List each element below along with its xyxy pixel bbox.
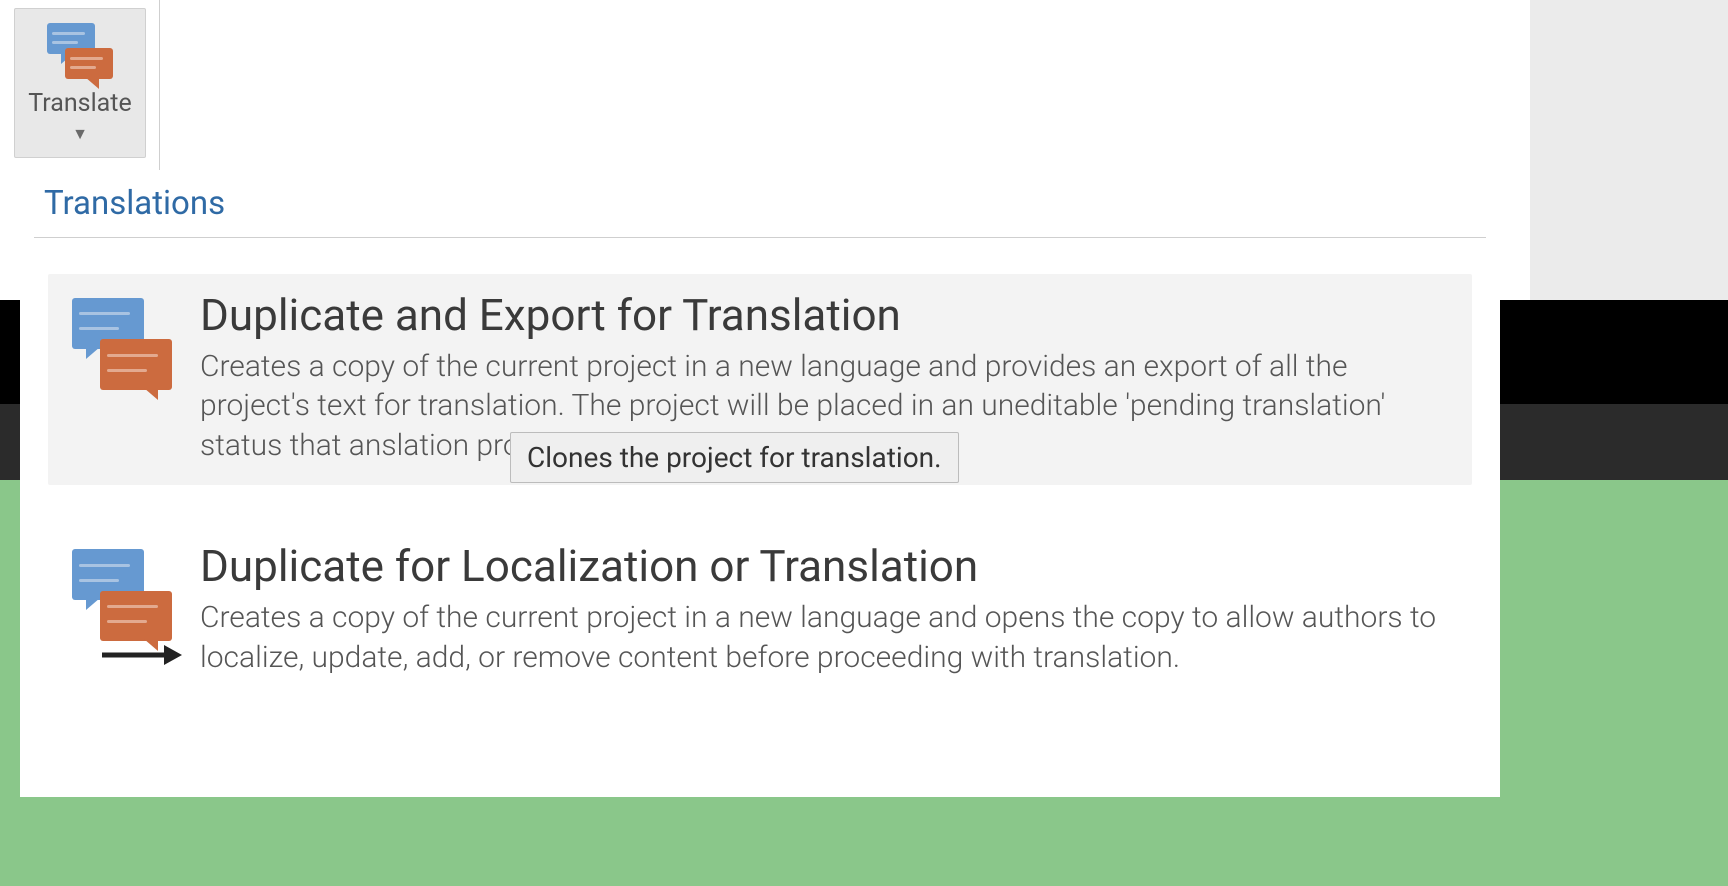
dropdown-section-header: Translations	[34, 184, 1486, 238]
arrow-right-icon	[102, 645, 182, 665]
translate-icon	[47, 23, 113, 79]
translate-button[interactable]: Translate ▼	[14, 8, 146, 158]
menu-item-text: Duplicate for Localization or Translatio…	[200, 541, 1448, 677]
chevron-down-icon: ▼	[72, 124, 88, 144]
menu-item-description: Creates a copy of the current project in…	[200, 598, 1448, 677]
translate-localize-icon	[72, 549, 182, 649]
menu-item-title: Duplicate and Export for Translation	[200, 290, 1448, 341]
toolbar: Translate ▼	[0, 0, 160, 170]
menu-item-duplicate-localize[interactable]: Duplicate for Localization or Translatio…	[48, 525, 1472, 697]
tooltip: Clones the project for translation.	[510, 432, 959, 483]
translate-icon	[72, 298, 182, 398]
menu-item-title: Duplicate for Localization or Translatio…	[200, 541, 1448, 592]
translate-button-label: Translate	[28, 89, 131, 118]
